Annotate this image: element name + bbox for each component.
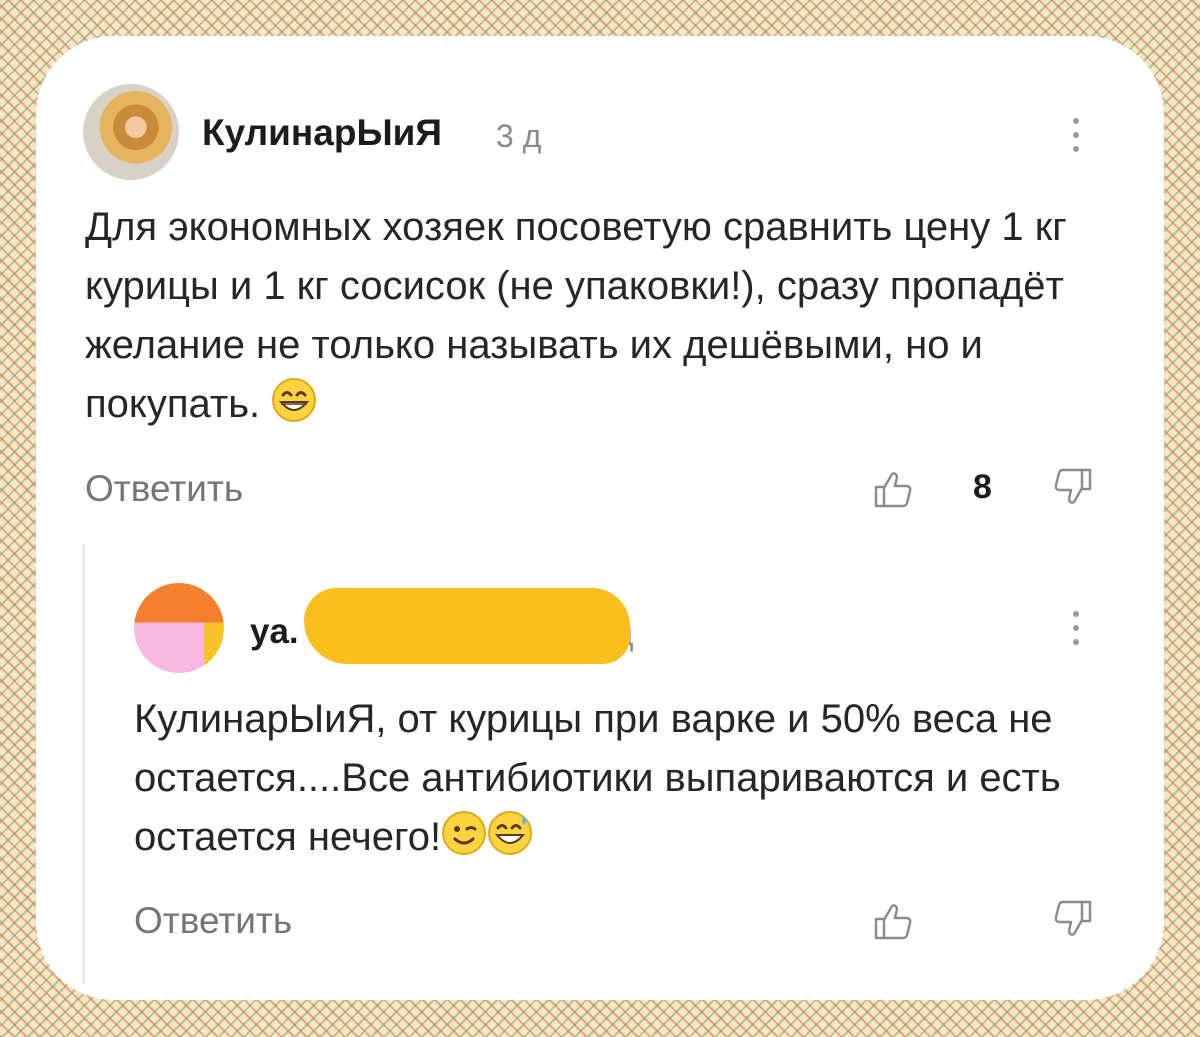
more-vertical-icon[interactable] [1070, 118, 1082, 158]
reply-button[interactable]: Ответить [85, 468, 243, 510]
comment-author[interactable]: КулинарЫиЯ [202, 112, 442, 154]
thumbs-up-icon[interactable] [872, 468, 914, 515]
thumbs-up-icon[interactable] [872, 900, 914, 947]
comment-text-body: КулинарЫиЯ, от курицы при варке и 50% ве… [134, 697, 1061, 859]
avatar[interactable] [134, 583, 224, 673]
reply-button[interactable]: Ответить [134, 900, 292, 942]
comment-text: КулинарЫиЯ, от курицы при варке и 50% ве… [134, 690, 1144, 873]
thumbs-down-icon[interactable] [1052, 898, 1094, 945]
thread-line [82, 544, 85, 984]
comment-text-body: Для экономных хозяек посоветую сравнить … [85, 205, 1067, 426]
more-vertical-icon[interactable] [1070, 611, 1082, 651]
thumbs-down-icon[interactable] [1052, 466, 1094, 513]
comment-text: Для экономных хозяек посоветую сравнить … [85, 198, 1135, 440]
comment-card: КулинарЫиЯ 3 д Для экономных хозяек посо… [36, 36, 1164, 1000]
redaction-mark [304, 588, 630, 664]
comment-time: 3 д [496, 118, 542, 154]
like-count: 8 [973, 468, 992, 506]
grinning-emoji-icon [271, 377, 317, 440]
comment-author[interactable]: ya. [250, 612, 299, 652]
avatar[interactable] [83, 84, 179, 180]
winking-emoji-icon [441, 810, 487, 873]
sweat-smile-emoji-icon [487, 810, 533, 873]
